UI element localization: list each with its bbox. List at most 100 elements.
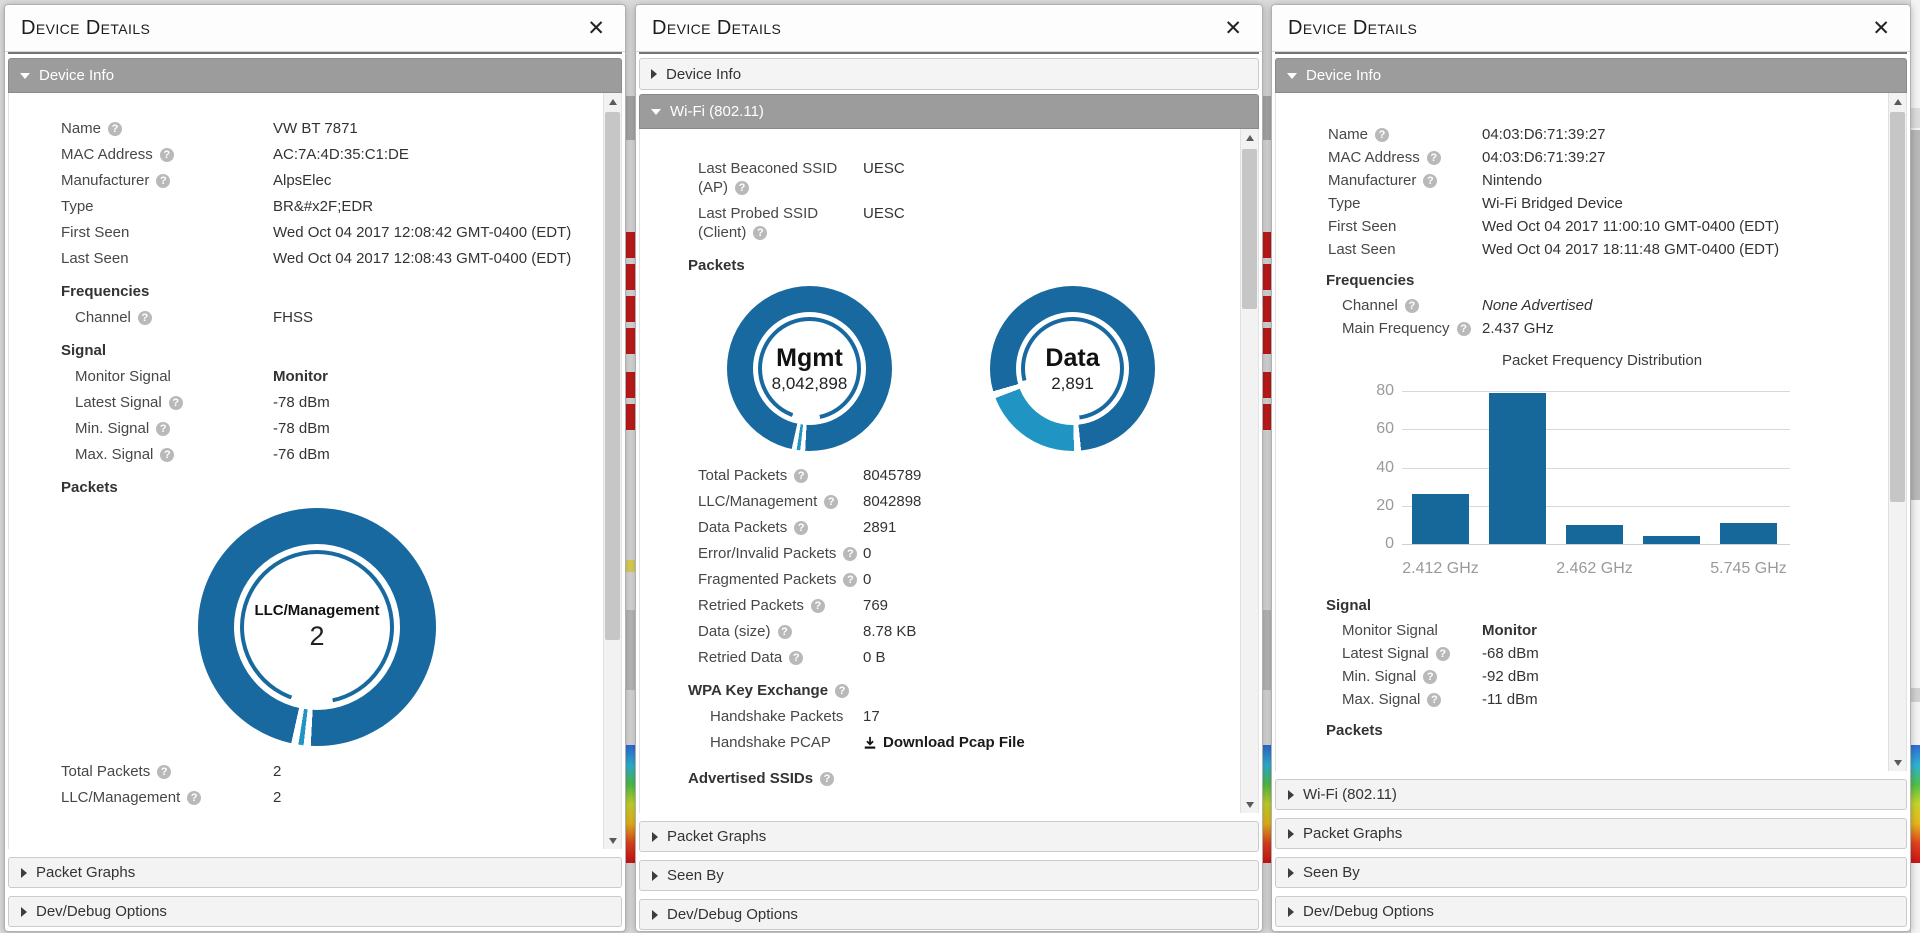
scrollbar-thumb[interactable]: [605, 112, 620, 640]
section-header-device-info[interactable]: Device Info: [8, 58, 622, 93]
help-icon[interactable]: ?: [138, 311, 152, 325]
field-label: MAC Address?: [1276, 148, 1482, 167]
field-label: First Seen: [9, 223, 273, 242]
help-icon[interactable]: ?: [156, 422, 170, 436]
dialog-titlebar: Device Details ✕: [1272, 5, 1910, 52]
field-value: 04:03:D6:71:39:27: [1482, 125, 1906, 144]
accordion-seen-by[interactable]: Seen By: [1275, 857, 1907, 888]
field-label: Data Packets?: [640, 518, 863, 537]
help-icon[interactable]: ?: [1427, 151, 1441, 165]
help-icon[interactable]: ?: [753, 226, 767, 240]
field-label: Channel?: [9, 308, 273, 327]
chevron-right-icon: [1288, 907, 1294, 917]
help-icon[interactable]: ?: [1436, 647, 1450, 661]
help-icon[interactable]: ?: [843, 573, 857, 587]
field-value: FHSS: [273, 308, 583, 327]
field-value: 2: [273, 762, 583, 781]
field-value: BR&#x2F;EDR: [273, 197, 583, 216]
field-row: Retried Packets?769: [640, 596, 1258, 615]
help-icon[interactable]: ?: [835, 684, 849, 698]
help-icon[interactable]: ?: [735, 181, 749, 195]
group-heading: Advertised SSIDs?: [640, 770, 1258, 787]
accordion-packet-graphs[interactable]: Packet Graphs: [1275, 818, 1907, 849]
field-value: Wi-Fi Bridged Device: [1482, 194, 1906, 213]
help-icon[interactable]: ?: [1375, 128, 1389, 142]
scroll-up-icon[interactable]: [604, 93, 621, 110]
accordion-packet-graphs[interactable]: Packet Graphs: [8, 857, 622, 888]
chevron-right-icon: [1288, 829, 1294, 839]
field-label: Last Probed SSID (Client)?: [640, 204, 863, 242]
field-row: Channel?FHSS: [9, 308, 621, 327]
accordion-seen-by[interactable]: Seen By: [639, 860, 1259, 891]
accordion-dev-debug-options[interactable]: Dev/Debug Options: [1275, 896, 1907, 927]
help-icon[interactable]: ?: [1423, 174, 1437, 188]
chart-plot: 020406080: [1340, 379, 1790, 546]
help-icon[interactable]: ?: [789, 651, 803, 665]
close-icon[interactable]: ✕: [1220, 16, 1246, 41]
scroll-down-icon[interactable]: [1889, 754, 1906, 771]
x-axis-tick: 2.412 GHz: [1402, 560, 1478, 578]
scroll-down-icon[interactable]: [1241, 796, 1258, 813]
section-header-wifi[interactable]: Wi-Fi (802.11): [639, 94, 1259, 129]
field-value: VW BT 7871: [273, 119, 583, 138]
field-value: -76 dBm: [273, 445, 583, 464]
help-icon[interactable]: ?: [778, 625, 792, 639]
help-icon[interactable]: ?: [843, 547, 857, 561]
help-icon[interactable]: ?: [160, 448, 174, 462]
field-value: UESC: [863, 159, 1258, 197]
field-label: Name?: [9, 119, 273, 138]
field-value: 17: [863, 707, 1258, 726]
accordion-dev-debug-options[interactable]: Dev/Debug Options: [639, 899, 1259, 930]
field-row: Data (size)?8.78 KB: [640, 622, 1258, 641]
help-icon[interactable]: ?: [1427, 693, 1441, 707]
accordion-dev-debug-options[interactable]: Dev/Debug Options: [8, 896, 622, 927]
field-value[interactable]: Download Pcap File: [863, 733, 1258, 755]
scrollbar[interactable]: [1888, 93, 1906, 771]
field-value: Wed Oct 04 2017 12:08:42 GMT-0400 (EDT): [273, 223, 583, 242]
help-icon[interactable]: ?: [1405, 299, 1419, 313]
help-icon[interactable]: ?: [794, 469, 808, 483]
accordion-wi-fi-802-11-[interactable]: Wi-Fi (802.11): [1275, 779, 1907, 810]
close-icon[interactable]: ✕: [583, 16, 609, 41]
field-row: Retried Data?0 B: [640, 648, 1258, 667]
device-details-dialog-1: Device Details ✕ Device Info Name?VW BT …: [4, 4, 626, 932]
help-icon[interactable]: ?: [108, 122, 122, 136]
section-header-device-info[interactable]: Device Info: [639, 58, 1259, 90]
help-icon[interactable]: ?: [156, 174, 170, 188]
y-axis-tick: 40: [1376, 459, 1394, 477]
y-axis-tick: 20: [1376, 497, 1394, 515]
dialog-body: Device Info Name?VW BT 7871MAC Address?A…: [8, 52, 622, 931]
chevron-right-icon: [651, 69, 657, 79]
scroll-up-icon[interactable]: [1241, 129, 1258, 146]
field-value: -78 dBm: [273, 419, 583, 438]
field-value: 0: [863, 544, 1258, 563]
group-heading: Signal: [9, 342, 621, 359]
help-icon[interactable]: ?: [169, 396, 183, 410]
help-icon[interactable]: ?: [1457, 322, 1471, 336]
field-value: 04:03:D6:71:39:27: [1482, 148, 1906, 167]
field-row: Latest Signal?-78 dBm: [9, 393, 621, 412]
help-icon[interactable]: ?: [811, 599, 825, 613]
scrollbar-thumb[interactable]: [1242, 149, 1257, 309]
scrollbar-thumb[interactable]: [1890, 112, 1905, 502]
close-icon[interactable]: ✕: [1868, 16, 1894, 41]
help-icon[interactable]: ?: [1423, 670, 1437, 684]
field-row: Fragmented Packets?0: [640, 570, 1258, 589]
accordion-packet-graphs[interactable]: Packet Graphs: [639, 821, 1259, 852]
help-icon[interactable]: ?: [187, 791, 201, 805]
help-icon[interactable]: ?: [794, 521, 808, 535]
section-header-device-info[interactable]: Device Info: [1275, 58, 1907, 93]
chart-title: Packet Frequency Distribution: [1402, 352, 1802, 369]
scrollbar[interactable]: [603, 93, 621, 849]
scroll-down-icon[interactable]: [604, 832, 621, 849]
help-icon[interactable]: ?: [820, 772, 834, 786]
scrollbar[interactable]: [1240, 129, 1258, 813]
help-icon[interactable]: ?: [157, 765, 171, 779]
help-icon[interactable]: ?: [824, 495, 838, 509]
donut-label: Mgmt: [776, 344, 843, 373]
field-value: 8042898: [863, 492, 1258, 511]
device-details-dialog-3: Device Details ✕ Device Info Name?04:03:…: [1271, 4, 1911, 932]
chevron-right-icon: [652, 832, 658, 842]
scroll-up-icon[interactable]: [1889, 93, 1906, 110]
help-icon[interactable]: ?: [160, 148, 174, 162]
